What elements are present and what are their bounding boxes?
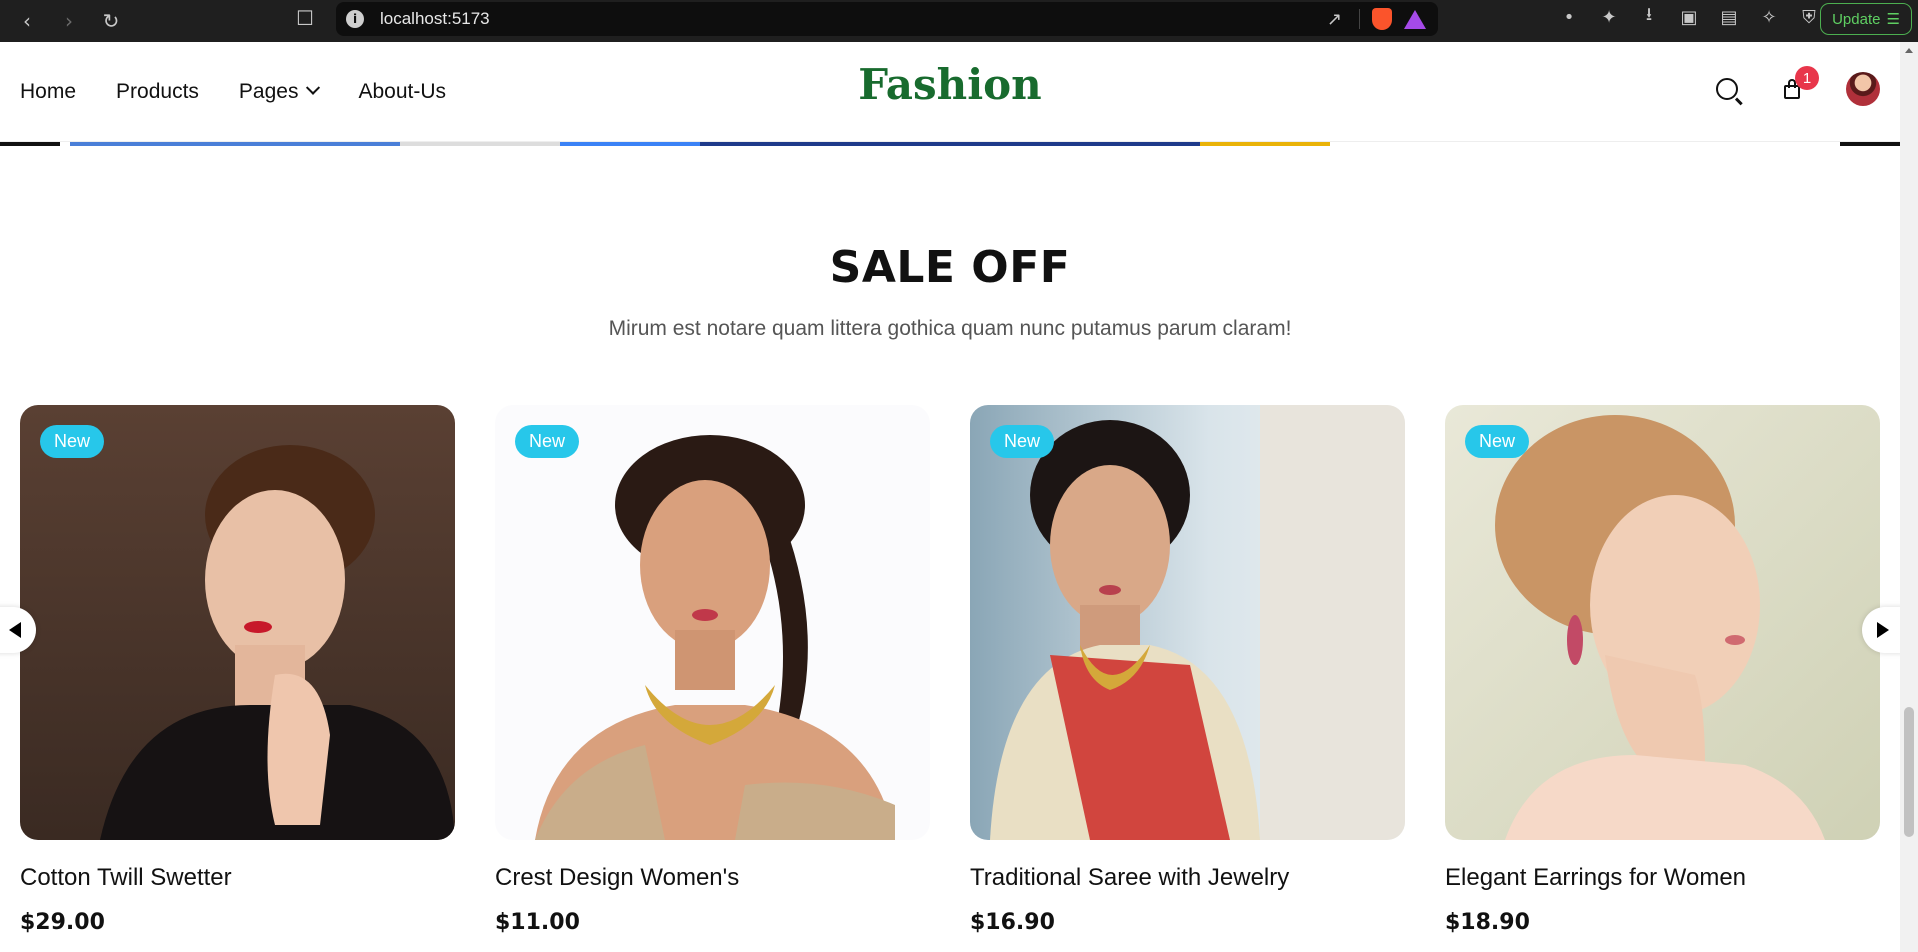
cart-body <box>1784 85 1800 99</box>
address-bar[interactable]: i localhost:5173 ↗ <box>336 2 1438 36</box>
product-price: $16.90 <box>970 910 1055 935</box>
url-text: localhost:5173 <box>380 9 490 28</box>
site-header: Home Products Pages About-Us Fashion 1 <box>0 42 1900 142</box>
product-image[interactable]: New <box>970 405 1405 840</box>
new-badge: New <box>40 425 105 458</box>
site-logo[interactable]: Fashion <box>0 60 1900 109</box>
brave-shields-icon[interactable] <box>1372 8 1392 30</box>
leo-ai-icon[interactable]: ✧ <box>1756 4 1782 30</box>
page: Home Products Pages About-Us Fashion 1 S… <box>0 42 1900 952</box>
avatar[interactable] <box>1846 72 1880 106</box>
back-icon[interactable]: ‹ <box>10 4 44 38</box>
share-icon[interactable]: ↗ <box>1327 9 1347 30</box>
product-name[interactable]: Traditional Saree with Jewelry <box>970 864 1405 892</box>
arrow-left-icon <box>9 622 21 638</box>
divider <box>1359 9 1360 29</box>
cart-count-badge: 1 <box>1795 66 1819 90</box>
cart-icon[interactable]: 1 <box>1782 66 1819 100</box>
product-card[interactable]: New Traditional Saree with Jewelry $16.9… <box>970 405 1405 935</box>
forward-icon[interactable]: › <box>52 4 86 38</box>
new-badge: New <box>1465 425 1530 458</box>
search-icon[interactable] <box>1716 78 1738 100</box>
product-photo-woman-gold-jewelry <box>535 435 895 840</box>
section-title: SALE OFF <box>829 242 1071 293</box>
product-image[interactable]: New <box>20 405 455 840</box>
new-badge: New <box>515 425 580 458</box>
product-card[interactable]: New Elegant Earrings for Women $18.90 <box>1445 405 1880 935</box>
update-button[interactable]: Update ☰ <box>1820 3 1912 35</box>
wallet-icon[interactable]: ▤ <box>1716 4 1742 30</box>
product-name[interactable]: Cotton Twill Swetter <box>20 864 455 892</box>
product-price: $18.90 <box>1445 910 1530 935</box>
product-photo-woman-earrings <box>1495 415 1825 840</box>
vpn-shield-icon[interactable]: ⛨ <box>1796 4 1822 30</box>
download-icon[interactable]: ⭳ <box>1636 4 1662 30</box>
page-scrollbar[interactable] <box>1900 42 1918 952</box>
menu-icon: ☰ <box>1886 11 1900 28</box>
product-carousel: New Cotton Twill Swetter $29.00 New Cres… <box>20 405 1880 935</box>
sidebar-icon[interactable]: ▣ <box>1676 4 1702 30</box>
new-badge: New <box>990 425 1055 458</box>
product-image[interactable]: New <box>495 405 930 840</box>
product-price: $11.00 <box>495 910 580 935</box>
scroll-up-icon[interactable] <box>1905 48 1913 53</box>
scroll-thumb[interactable] <box>1904 707 1914 837</box>
section-subtitle: Mirum est notare quam littera gothica qu… <box>608 317 1292 340</box>
extensions-icon[interactable]: ✦ <box>1596 4 1622 30</box>
extension-dot-icon[interactable]: • <box>1556 4 1582 30</box>
product-name[interactable]: Crest Design Women's <box>495 864 930 892</box>
update-label: Update <box>1832 10 1881 28</box>
product-price: $29.00 <box>20 910 105 935</box>
hero-banner-edge <box>0 142 1900 146</box>
product-photo-woman-saree <box>990 405 1405 840</box>
product-photo-woman-black-top <box>100 445 455 840</box>
product-card[interactable]: New Cotton Twill Swetter $29.00 <box>20 405 455 935</box>
product-image[interactable]: New <box>1445 405 1880 840</box>
site-info-icon[interactable]: i <box>346 10 364 28</box>
brave-rewards-icon[interactable] <box>1404 9 1426 29</box>
product-card[interactable]: New Crest Design Women's $11.00 <box>495 405 930 935</box>
bookmark-icon[interactable]: ☐ <box>296 6 314 30</box>
arrow-right-icon <box>1877 622 1889 638</box>
reload-icon[interactable]: ↻ <box>94 4 128 38</box>
browser-toolbar: ‹ › ↻ ☐ i localhost:5173 ↗ • ✦ ⭳ ▣ ▤ ✧ ⛨… <box>0 0 1918 42</box>
carousel-next-button[interactable] <box>1862 607 1900 653</box>
product-name[interactable]: Elegant Earrings for Women <box>1445 864 1880 892</box>
